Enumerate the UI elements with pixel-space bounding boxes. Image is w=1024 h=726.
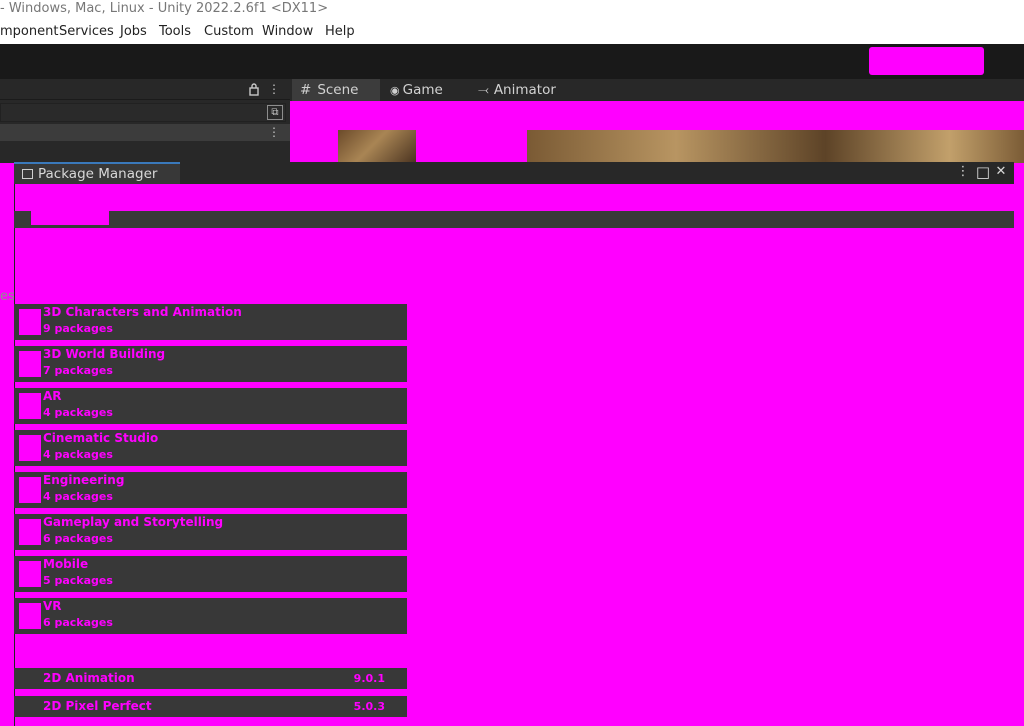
tab-game-label: Game [402,82,443,98]
feature-count: 4 packages [43,490,113,503]
menu-item-tools[interactable]: Tools [159,20,191,44]
package-manager-tab[interactable]: Package Manager [14,162,180,184]
package-manager-title: Package Manager [38,166,158,182]
hierarchy-scene-row[interactable]: ⋮ [0,124,290,141]
feature-icon [19,561,41,587]
feature-item[interactable]: VR 6 packages [14,598,407,634]
lock-icon[interactable] [248,82,260,96]
feature-item[interactable]: 3D Characters and Animation 9 packages [14,304,407,340]
packages-dropdown[interactable]: Packages [31,211,109,225]
feature-icon [19,477,41,503]
feature-icon [19,603,41,629]
maximize-icon[interactable]: □ [975,164,991,180]
gamepad-icon: ◉ [390,84,400,97]
feature-title: Mobile [43,557,89,571]
feature-title: Engineering [43,473,125,487]
search-options-icon[interactable]: ⧉ [267,105,283,120]
feature-icon [19,309,41,335]
feature-count: 4 packages [43,448,113,461]
feature-item[interactable]: Gameplay and Storytelling 6 packages [14,514,407,550]
package-manager-toolbar [14,211,1014,228]
side-panel-label: es [0,289,14,304]
scene-view-image [527,130,1024,163]
more-options-icon[interactable]: ⋮ [955,164,971,180]
window-title: - Windows, Mac, Linux - Unity 2022.2.6f1… [0,1,329,16]
feature-icon [19,351,41,377]
feature-item[interactable]: Mobile 5 packages [14,556,407,592]
menu-item-services[interactable]: Services [59,20,114,44]
feature-count: 4 packages [43,406,113,419]
close-icon[interactable]: ✕ [993,164,1009,180]
feature-item[interactable]: AR 4 packages [14,388,407,424]
menu-item-custom[interactable]: Custom [204,20,254,44]
scene-row-menu-icon[interactable]: ⋮ [268,125,280,139]
feature-title: Gameplay and Storytelling [43,515,224,529]
feature-icon [19,393,41,419]
tab-animator[interactable]: ⤙ Animator [474,79,584,101]
feature-icon [19,519,41,545]
feature-title: VR [43,599,62,613]
feature-item[interactable]: Cinematic Studio 4 packages [14,430,407,466]
menu-bar: mponent Services Jobs Tools Custom Windo… [0,20,1024,44]
menu-item-component[interactable]: mponent [0,20,58,44]
package-name: 2D Animation [43,671,135,685]
grid-icon: # [300,82,312,98]
feature-item[interactable]: 3D World Building 7 packages [14,346,407,382]
feature-title: 3D Characters and Animation [43,305,242,319]
feature-count: 5 packages [43,574,113,587]
menu-item-jobs[interactable]: Jobs [120,20,147,44]
tab-scene[interactable]: # Scene [292,79,380,101]
feature-title: AR [43,389,62,403]
tab-game[interactable]: ◉ Game [386,79,472,101]
package-version: 5.0.3 [353,700,385,713]
hierarchy-header: ⋮ [0,79,290,100]
hierarchy-search-input[interactable]: ⧉ [0,103,286,122]
account-button[interactable] [869,47,984,75]
scene-view-image [338,130,416,163]
more-options-icon[interactable]: ⋮ [268,82,280,96]
menu-item-help[interactable]: Help [325,20,355,44]
package-row[interactable]: 2D Pixel Perfect 5.0.3 [14,696,407,717]
feature-icon [19,435,41,461]
packages-dropdown-label: Packages [35,211,94,224]
feature-count: 9 packages [43,322,113,335]
feature-item[interactable]: Engineering 4 packages [14,472,407,508]
feature-count: 6 packages [43,532,113,545]
feature-title: 3D World Building [43,347,166,361]
menu-item-window[interactable]: Window [262,20,313,44]
package-name: 2D Pixel Perfect [43,699,152,713]
package-icon [22,169,33,179]
feature-title: Cinematic Studio [43,431,159,445]
window-title-bar: - Windows, Mac, Linux - Unity 2022.2.6f1… [0,0,1024,20]
package-version: 9.0.1 [353,672,385,685]
animator-icon: ⤙ [478,82,489,98]
tab-animator-label: Animator [493,82,556,98]
feature-count: 6 packages [43,616,113,629]
tab-scene-label: Scene [317,82,359,98]
feature-count: 7 packages [43,364,113,377]
package-row[interactable]: 2D Animation 9.0.1 [14,668,407,689]
